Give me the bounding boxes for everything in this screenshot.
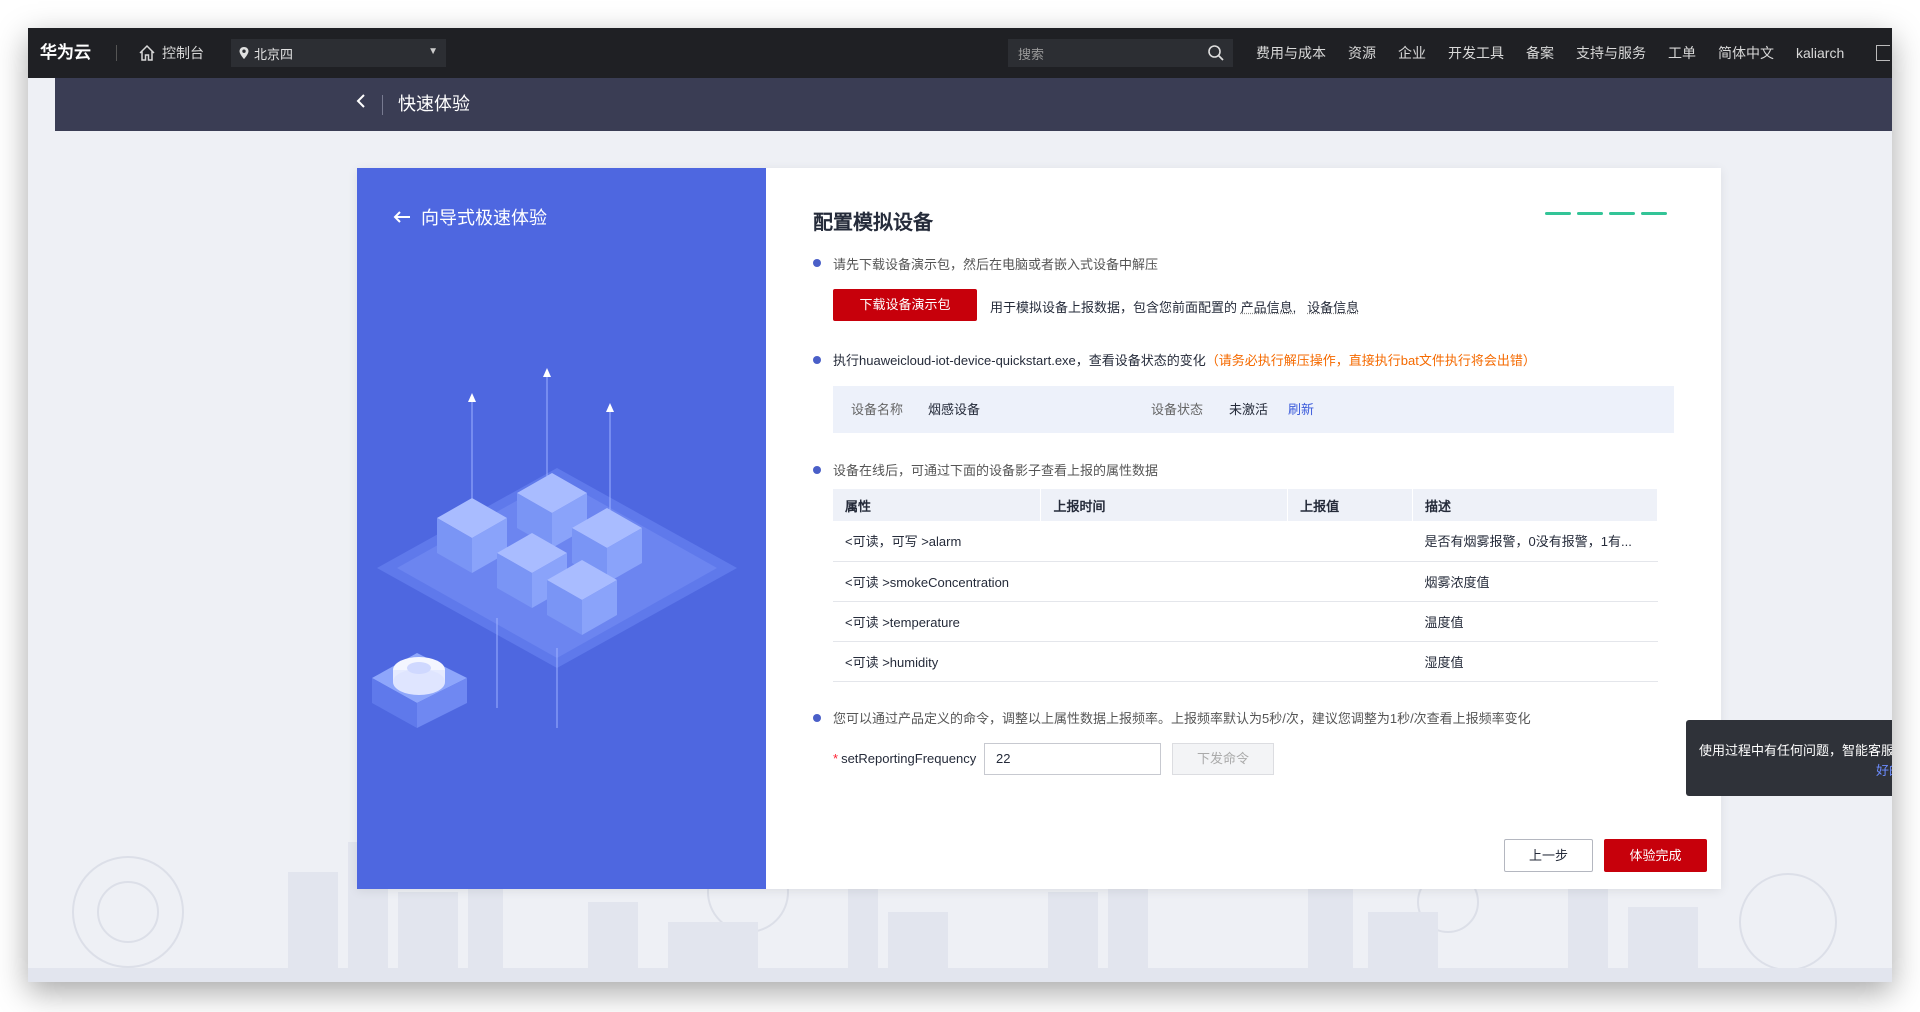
home-icon <box>139 44 155 61</box>
step1-description: 用于模拟设备上报数据，包含您前面配置的 产品信息, 设备信息 <box>990 297 1359 316</box>
search-icon[interactable] <box>1207 44 1225 62</box>
region-select[interactable]: 北京四 ▼ <box>231 39 446 67</box>
device-name-value: 烟感设备 <box>928 402 981 417</box>
page-header: 快速体验 <box>55 78 1892 131</box>
location-pin-icon <box>239 47 249 59</box>
device-shadow-table: 属性 上报时间 上报值 描述 <可读，可写 >alarm 是否有烟雾报警，0没有… <box>833 489 1658 682</box>
wizard-back-title[interactable]: 向导式极速体验 <box>393 204 547 230</box>
step3-instruction: 设备在线后，可通过下面的设备影子查看上报的属性数据 <box>833 463 1159 478</box>
top-nav-links: 费用与成本 资源 企业 开发工具 备案 支持与服务 工单 简体中文 kaliar… <box>1256 28 1844 78</box>
device-name-label: 设备名称 <box>851 402 904 417</box>
cell-value <box>1287 521 1413 562</box>
col-header-report-time: 上报时间 <box>1040 489 1289 521</box>
refresh-link[interactable]: 刷新 <box>1288 386 1314 433</box>
wizard-content: 配置模拟设备 请先下载设备演示包，然后在电脑或者嵌入式设备中解压 下载设备演示包… <box>766 168 1721 889</box>
cell-description: 烟雾浓度值 <box>1412 561 1658 602</box>
device-status-label: 设备状态 <box>1151 402 1204 417</box>
step-bullet <box>813 356 821 364</box>
step-bullet <box>813 714 821 722</box>
device-status-value: 未激活 <box>1229 402 1269 417</box>
console-link[interactable]: 控制台 <box>138 28 204 78</box>
divider <box>382 95 383 115</box>
tooltip-text: 使用过程中有任何问题，智能客服 <box>1699 743 1892 758</box>
step2-instruction: 执行huaweicloud-iot-device-quickstart.exe，… <box>833 350 1536 369</box>
table-row: <可读 >humidity 湿度值 <box>833 641 1658 682</box>
cell-description: 温度值 <box>1412 601 1658 642</box>
logout-icon[interactable] <box>1876 45 1890 61</box>
command-field-label: * setReportingFrequency <box>833 751 976 766</box>
wizard-side-panel: 向导式极速体验 <box>357 168 766 889</box>
finish-button[interactable]: 体验完成 <box>1604 839 1707 872</box>
nav-enterprise[interactable]: 企业 <box>1398 43 1426 63</box>
nav-user[interactable]: kaliarch <box>1796 45 1844 61</box>
cell-property: <可读，可写 >alarm <box>833 521 1041 562</box>
col-header-property: 属性 <box>833 489 1042 521</box>
region-value: 北京四 <box>254 46 294 62</box>
step4-instruction: 您可以通过产品定义的命令，调整以上属性数据上报频率。上报频率默认为5秒/次，建议… <box>833 711 1531 726</box>
cell-value <box>1287 601 1413 642</box>
device-status-panel: 设备名称 烟感设备 设备状态 未激活 刷新 <box>833 386 1674 433</box>
arrow-left-icon <box>393 211 410 223</box>
previous-step-button[interactable]: 上一步 <box>1504 839 1593 872</box>
nav-cost[interactable]: 费用与成本 <box>1256 43 1326 63</box>
step2-text: 执行huaweicloud-iot-device-quickstart.exe，… <box>833 353 1206 368</box>
cell-description: 是否有烟雾报警，0没有报警，1有... <box>1412 521 1658 562</box>
reporting-frequency-input[interactable]: 22 <box>984 743 1161 775</box>
cell-time <box>1040 521 1288 562</box>
cell-time <box>1040 641 1288 682</box>
section-title: 配置模拟设备 <box>813 212 933 234</box>
nav-filing[interactable]: 备案 <box>1526 43 1554 63</box>
download-demo-button[interactable]: 下载设备演示包 <box>833 289 977 321</box>
tooltip-ok-link[interactable]: 好的 <box>1876 760 1892 779</box>
step-progress-indicator <box>1545 212 1667 215</box>
cell-value <box>1287 561 1413 602</box>
cell-property: <可读 >humidity <box>833 641 1041 682</box>
step2-warning: （请务必执行解压操作，直接执行bat文件执行将会出错） <box>1205 353 1536 368</box>
step-bullet <box>813 259 821 267</box>
nav-dev-tools[interactable]: 开发工具 <box>1448 43 1504 63</box>
cell-time <box>1040 601 1288 642</box>
top-navbar: 华为云 控制台 北京四 ▼ 搜索 费用与成本 资源 企业 开发工具 备案 支持与… <box>28 28 1892 78</box>
assistant-tooltip: 使用过程中有任何问题，智能客服 好的 <box>1686 720 1892 796</box>
back-chevron-icon[interactable] <box>355 92 367 115</box>
iot-devices-illustration <box>372 368 737 728</box>
step1-desc-text: 用于模拟设备上报数据，包含您前面配置的 <box>990 300 1238 315</box>
search-placeholder: 搜索 <box>1018 46 1045 62</box>
send-command-button[interactable]: 下发命令 <box>1172 743 1274 775</box>
wizard-card: 向导式极速体验 配置模拟设备 请先下载设备演示包，然后在电脑或者嵌入式设备中解压… <box>357 168 1721 889</box>
divider <box>116 45 117 61</box>
step-bullet <box>813 466 821 474</box>
table-row: <可读 >temperature 温度值 <box>833 601 1658 642</box>
nav-language[interactable]: 简体中文 <box>1718 43 1774 63</box>
table-header-row: 属性 上报时间 上报值 描述 <box>833 489 1658 521</box>
cell-property: <可读 >temperature <box>833 601 1041 642</box>
nav-tickets[interactable]: 工单 <box>1668 43 1696 63</box>
brand-logo[interactable]: 华为云 <box>40 28 91 78</box>
cell-description: 湿度值 <box>1412 641 1658 682</box>
table-row: <可读 >smokeConcentration 烟雾浓度值 <box>833 561 1658 602</box>
caret-down-icon: ▼ <box>428 46 438 57</box>
product-info-link[interactable]: 产品信息, <box>1241 300 1297 315</box>
console-label: 控制台 <box>162 45 204 61</box>
col-header-description: 描述 <box>1412 489 1658 521</box>
device-info-link[interactable]: 设备信息 <box>1307 300 1359 315</box>
nav-support[interactable]: 支持与服务 <box>1576 43 1646 63</box>
table-row: <可读，可写 >alarm 是否有烟雾报警，0没有报警，1有... <box>833 521 1658 562</box>
cell-property: <可读 >smokeConcentration <box>833 561 1041 602</box>
command-name: setReportingFrequency <box>841 751 977 766</box>
step1-instruction: 请先下载设备演示包，然后在电脑或者嵌入式设备中解压 <box>833 257 1159 272</box>
search-input[interactable]: 搜索 <box>1008 39 1233 67</box>
browser-window: 华为云 控制台 北京四 ▼ 搜索 费用与成本 资源 企业 开发工具 备案 支持与… <box>28 28 1892 982</box>
wizard-title: 向导式极速体验 <box>421 208 547 228</box>
nav-resources[interactable]: 资源 <box>1348 43 1376 63</box>
cell-value <box>1287 641 1413 682</box>
required-asterisk: * <box>833 751 839 766</box>
page-title: 快速体验 <box>398 94 470 114</box>
cell-time <box>1040 561 1288 602</box>
col-header-report-value: 上报值 <box>1287 489 1414 521</box>
